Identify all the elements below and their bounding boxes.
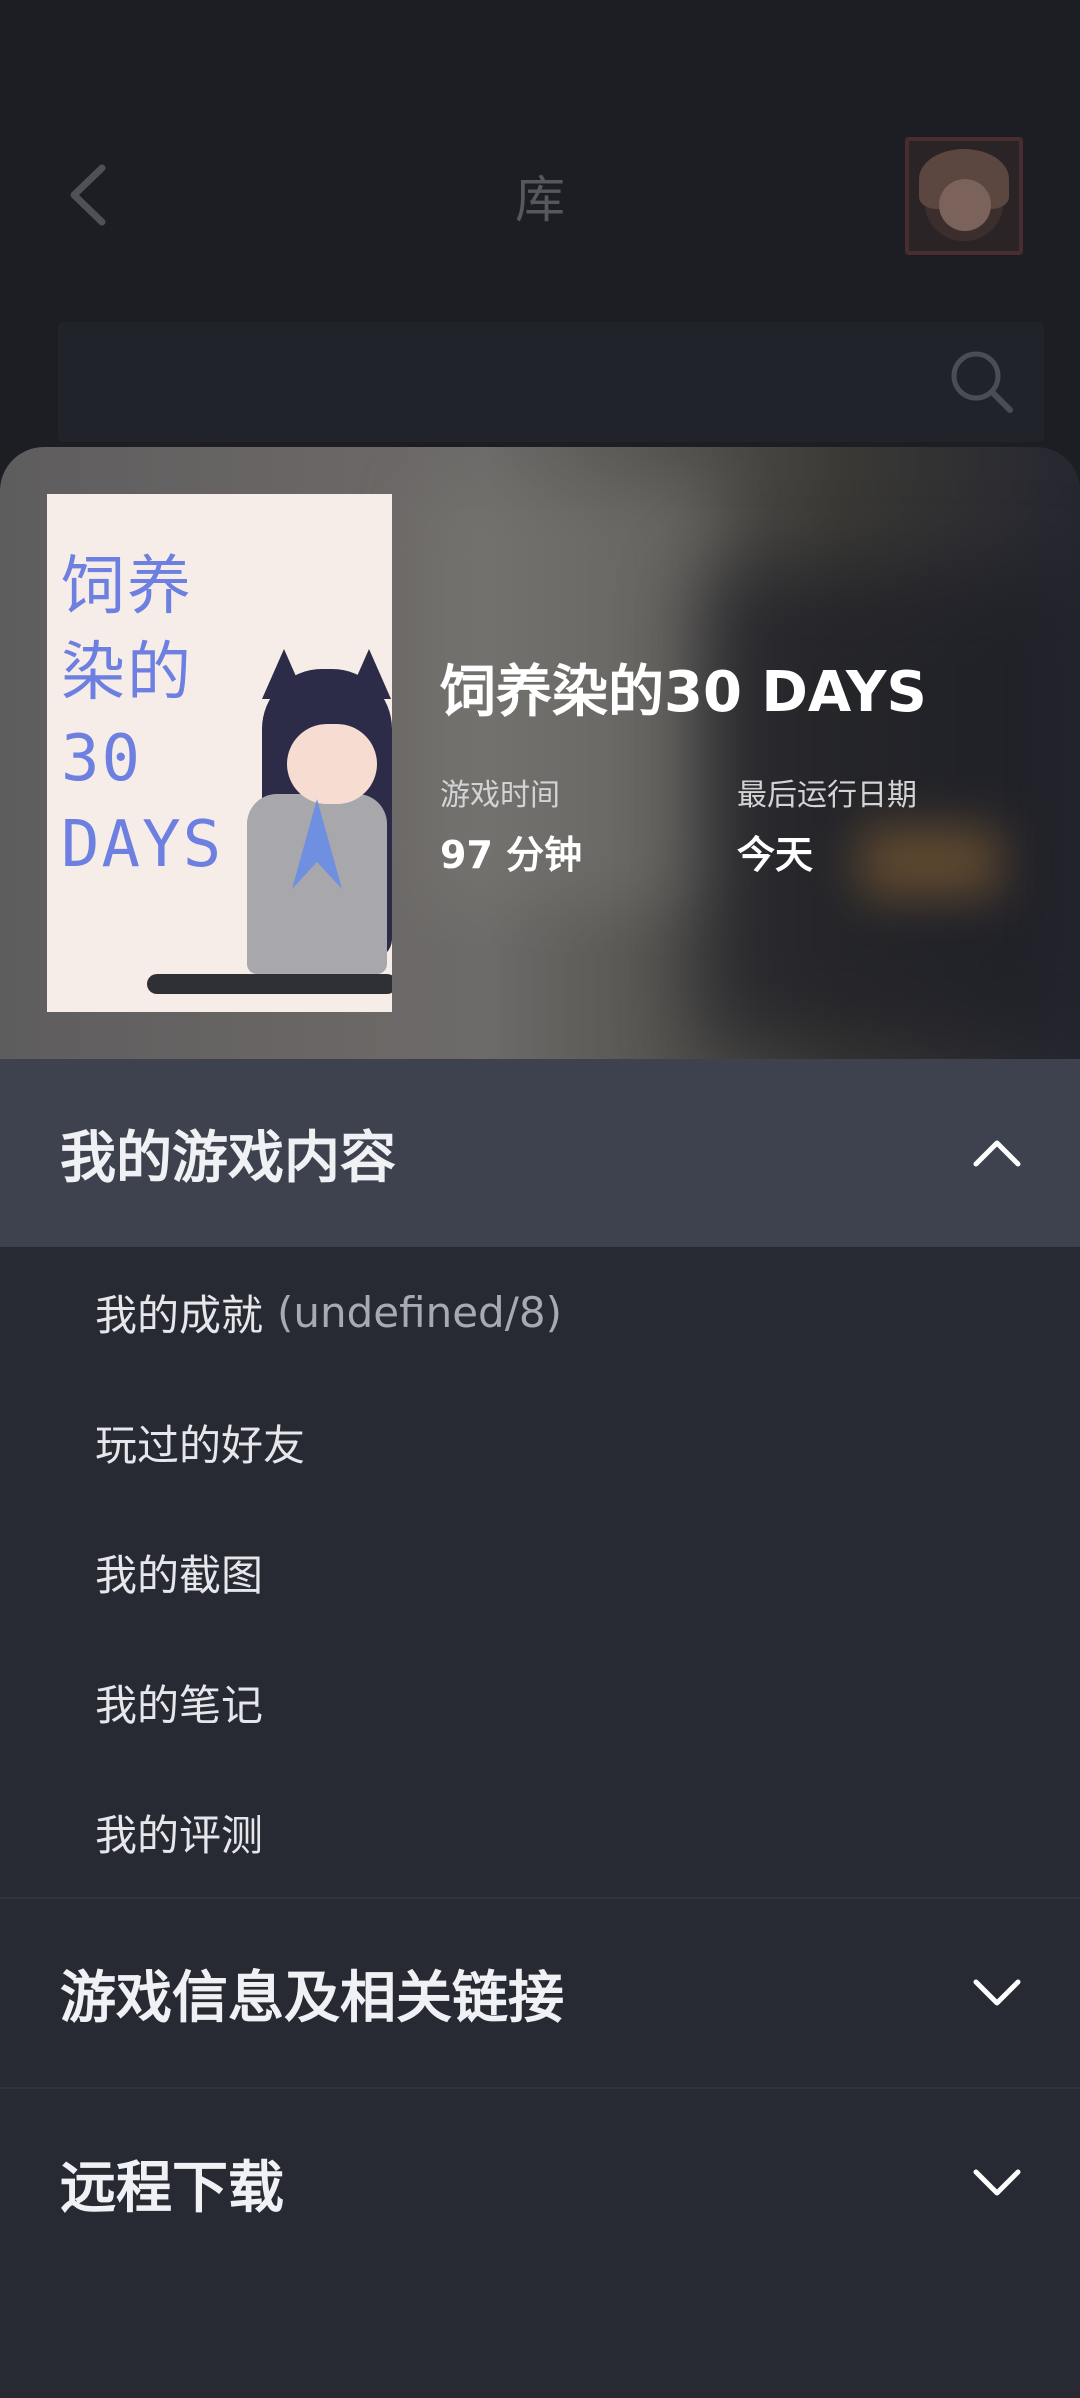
game-hero: 饲养 染的 30 DAYS 饲养染的30 DAYS 游戏时间 97 分钟 最后运… <box>0 447 1080 1059</box>
library-header: 库 <box>0 0 1080 450</box>
chevron-up-icon[interactable] <box>972 1138 1022 1168</box>
game-cover-image: 饲养 染的 30 DAYS <box>47 494 392 1012</box>
chevron-down-icon[interactable] <box>972 1978 1022 2008</box>
last-run-value: 今天 <box>737 833 814 877</box>
section-my-game-content[interactable]: 我的游戏内容 <box>0 1059 1080 1247</box>
game-detail-sheet: 饲养 染的 30 DAYS 饲养染的30 DAYS 游戏时间 97 分钟 最后运… <box>0 447 1080 2398</box>
section-game-info-links[interactable]: 游戏信息及相关链接 <box>0 1899 1080 2087</box>
list-item-label: 我的笔记 <box>95 1680 264 1730</box>
list-item-label: 我的成就 <box>95 1290 264 1340</box>
last-run-label: 最后运行日期 <box>737 778 917 813</box>
user-avatar[interactable] <box>905 137 1023 255</box>
list-item-screenshots[interactable]: 我的截图 <box>0 1507 1080 1637</box>
list-item-friends-played[interactable]: 玩过的好友 <box>0 1377 1080 1507</box>
cover-title: 饲养 染的 30 DAYS <box>61 550 224 882</box>
list-item-label: 玩过的好友 <box>95 1420 306 1470</box>
section-title: 游戏信息及相关链接 <box>60 1965 564 2031</box>
list-item-label: 我的截图 <box>95 1550 264 1600</box>
library-search-bar[interactable] <box>58 322 1044 442</box>
list-item-notes[interactable]: 我的笔记 <box>0 1637 1080 1767</box>
game-title: 饲养染的30 DAYS <box>440 660 927 725</box>
playtime-label: 游戏时间 <box>440 778 560 813</box>
list-item-reviews[interactable]: 我的评测 <box>0 1767 1080 1897</box>
list-item-achievements[interactable]: 我的成就 (undefined/8) <box>0 1247 1080 1377</box>
playtime-value: 97 分钟 <box>440 833 583 877</box>
section-remote-download[interactable]: 远程下载 <box>0 2089 1080 2277</box>
playtime-stat: 游戏时间 97 分钟 <box>440 770 582 879</box>
last-run-stat: 最后运行日期 今天 <box>737 770 917 879</box>
section-title: 我的游戏内容 <box>60 1125 396 1191</box>
section-title: 远程下载 <box>60 2155 284 2221</box>
search-icon[interactable] <box>946 346 1016 416</box>
chevron-down-icon[interactable] <box>972 2168 1022 2198</box>
list-item-label: 我的评测 <box>95 1810 264 1860</box>
my-game-content-list: 我的成就 (undefined/8) 玩过的好友 我的截图 我的笔记 我的评测 <box>0 1247 1080 1897</box>
achievement-count: (undefined/8) <box>277 1287 562 1337</box>
library-screen: 库 饲养 染的 30 DAYS 饲养染的30 DAYS 游戏时间 97 分钟 最… <box>0 0 1080 2398</box>
